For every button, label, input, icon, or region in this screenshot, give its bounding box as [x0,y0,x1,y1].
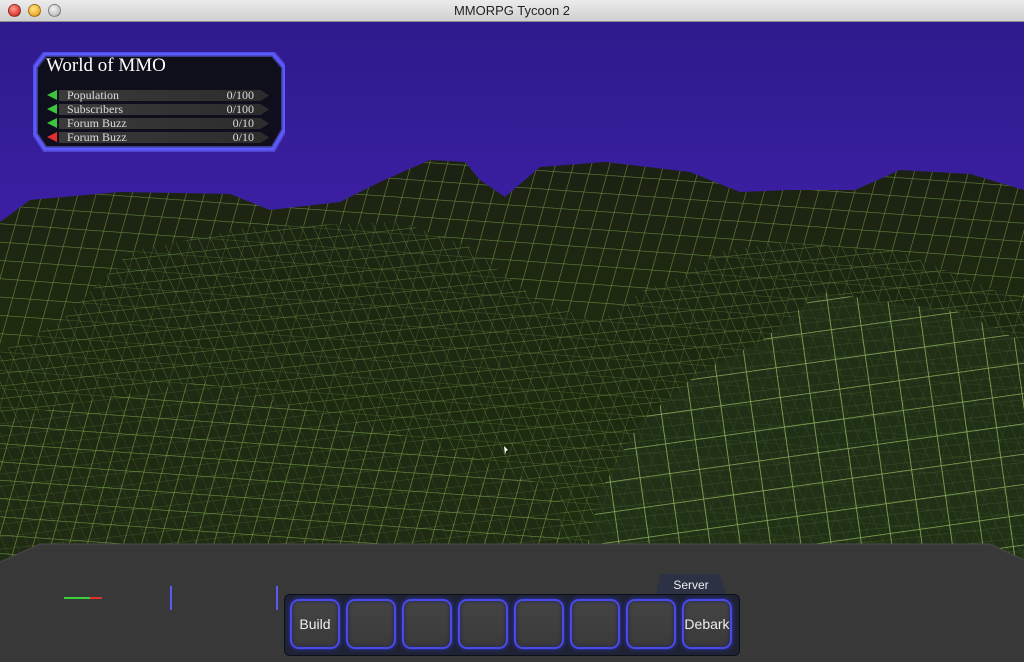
stat-value: 0/100 [226,88,254,102]
build-button[interactable]: Build [290,599,340,649]
minimap-red-marker [90,597,102,599]
hud-divider [276,586,278,610]
window-titlebar: MMORPG Tycoon 2 [0,0,1024,22]
stat-label: Forum Buzz [67,130,127,144]
debark-button[interactable]: Debark [682,599,732,649]
stat-label: Subscribers [67,102,123,116]
world-name: World of MMO [46,55,166,76]
trend-up-icon [47,90,57,100]
stat-label: Population [67,88,120,102]
trend-up-icon [47,118,57,128]
stat-label: Forum Buzz [67,116,127,130]
stat-row-forum-buzz-2: Forum Buzz 0/10 [47,130,272,144]
stat-row-subscribers: Subscribers 0/100 [47,102,272,116]
toolbar-slot-6[interactable] [570,599,620,649]
trend-up-icon [47,104,57,114]
stat-value: 0/10 [232,116,254,130]
cursor-icon [504,446,508,455]
world-stats-panel: World of MMO Population 0/100 Subscriber… [33,52,285,152]
minimap-green-marker [64,597,90,599]
trend-down-icon [47,132,57,142]
server-tab-label: Server [673,578,709,592]
action-toolbar: Build Debark [284,594,740,656]
toolbar-slot-5[interactable] [514,599,564,649]
window-title: MMORPG Tycoon 2 [453,3,571,18]
stat-value: 0/10 [232,130,254,144]
server-tab[interactable]: Server [656,574,726,594]
stat-row-population: Population 0/100 [47,88,272,102]
stat-value: 0/100 [226,102,254,116]
toolbar-slot-7[interactable] [626,599,676,649]
hud-divider [170,586,172,610]
stat-row-forum-buzz: Forum Buzz 0/10 [47,116,272,130]
toolbar-slot-4[interactable] [458,599,508,649]
toolbar-slot-2[interactable] [346,599,396,649]
toolbar-slot-3[interactable] [402,599,452,649]
